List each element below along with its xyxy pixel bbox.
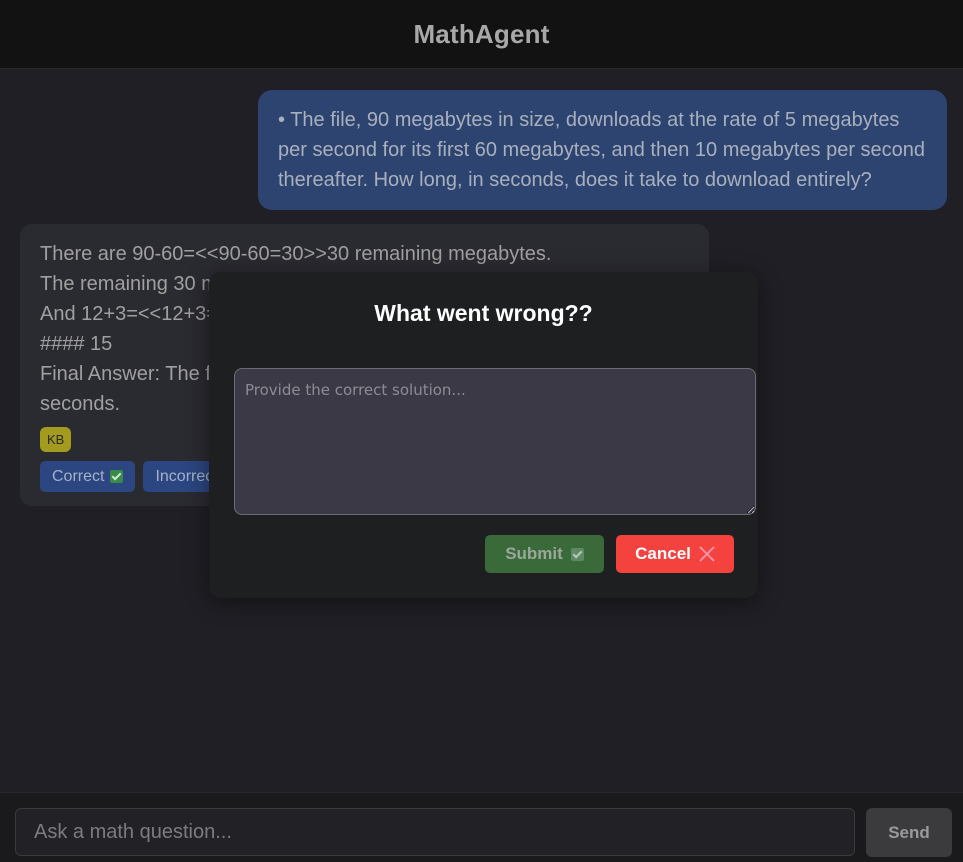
chat-input[interactable] <box>15 808 855 856</box>
modal-title: What went wrong?? <box>374 300 593 326</box>
footer: Send <box>0 792 963 862</box>
cancel-button-label: Cancel <box>635 544 691 563</box>
user-message-text: • The file, 90 megabytes in size, downlo… <box>278 109 926 191</box>
send-button[interactable]: Send <box>866 808 952 857</box>
close-icon <box>699 546 715 562</box>
app: MathAgent • The file, 90 megabytes in si… <box>0 0 963 862</box>
kb-badge: KB <box>40 427 72 452</box>
header: MathAgent <box>0 0 963 69</box>
app-title: MathAgent <box>413 18 550 49</box>
submit-button-label: Submit <box>505 544 563 563</box>
correct-solution-textarea[interactable] <box>234 368 756 515</box>
feedback-modal: What went wrong?? Submit Cancel <box>209 272 758 598</box>
bot-message-line: There are 90-60=<<90-60=30>>30 remaining… <box>40 243 552 265</box>
submit-button[interactable]: Submit <box>485 535 604 573</box>
correct-button[interactable]: Correct <box>40 461 136 492</box>
check-icon <box>570 547 584 561</box>
correct-button-label: Correct <box>52 467 105 485</box>
user-message: • The file, 90 megabytes in size, downlo… <box>258 90 947 210</box>
cancel-button[interactable]: Cancel <box>616 535 734 573</box>
check-icon <box>110 470 124 483</box>
